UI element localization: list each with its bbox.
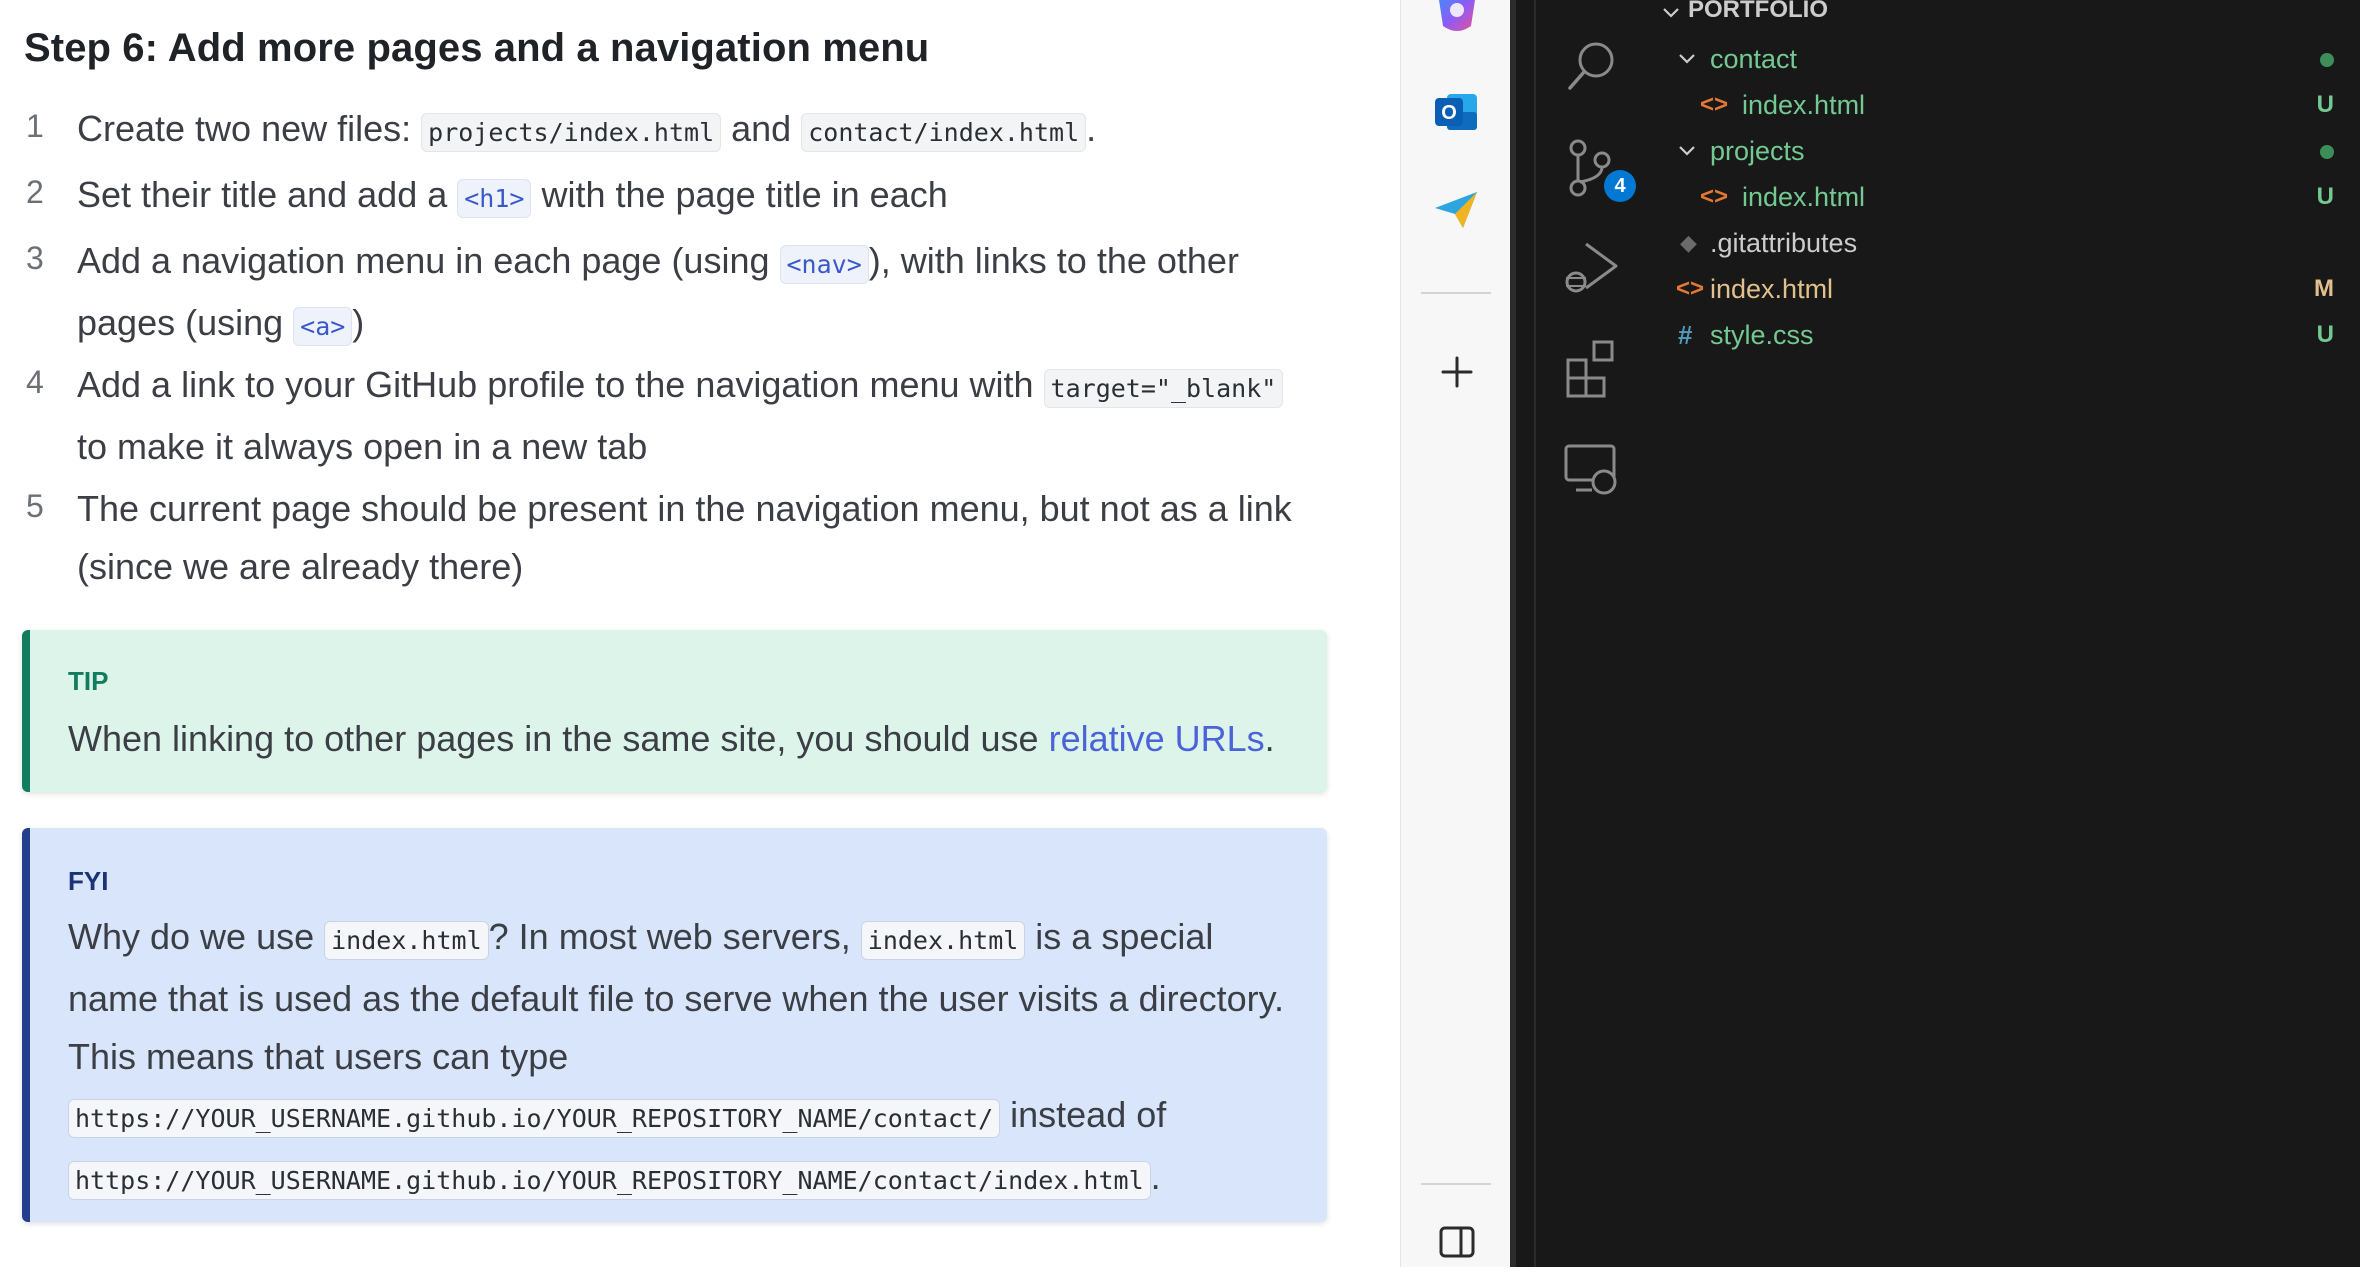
- source-control-badge: 4: [1604, 170, 1636, 202]
- folder-status-dot: [2320, 145, 2334, 159]
- tip-text: When linking to other pages in the same …: [68, 718, 1275, 759]
- step-text: Create two new files: projects/index.htm…: [77, 100, 1317, 162]
- run-debug-icon[interactable]: [1558, 234, 1626, 302]
- relative-urls-link[interactable]: relative URLs: [1049, 718, 1265, 759]
- inline-code: <h1>: [457, 179, 532, 218]
- step-number: 3: [26, 240, 44, 276]
- step-number: 5: [26, 488, 44, 524]
- git-file-icon: ◆: [1680, 230, 1697, 255]
- inline-code: projects/index.html: [421, 113, 722, 152]
- inline-code: index.html: [860, 921, 1026, 960]
- html-file-icon: <>: [1700, 91, 1729, 118]
- step-number: 2: [26, 174, 44, 210]
- vscode-window: 4 PORTFOLIO contact <> index.html U proj: [1516, 0, 2360, 1267]
- git-status: U: [2316, 91, 2334, 118]
- scrollbar-track[interactable]: [1360, 0, 1363, 1267]
- tree-label: index.html: [1742, 90, 1866, 120]
- documentation-pane: Step 6: Add more pages and a navigation …: [0, 0, 1363, 1267]
- explorer-panel: PORTFOLIO contact <> index.html U projec…: [1650, 0, 2360, 1267]
- git-status: U: [2316, 183, 2334, 210]
- chevron-down-icon: [1663, 8, 1679, 18]
- telegram-icon[interactable]: [1431, 184, 1483, 236]
- tree-file-root-index[interactable]: <> index.html M: [1650, 266, 2360, 312]
- activity-bar: 4: [1534, 0, 1652, 1267]
- step-text: Add a navigation menu in each page (usin…: [77, 232, 1317, 356]
- chevron-down-icon: [1679, 146, 1695, 156]
- browser-sidebar: O: [1400, 0, 1511, 1267]
- fyi-callout: FYI Why do we use index.html? In most we…: [22, 828, 1327, 1222]
- tree-file-gitattributes[interactable]: ◆ .gitattributes: [1650, 220, 2360, 266]
- html-file-icon: <>: [1676, 275, 1705, 302]
- tree-label: style.css: [1710, 320, 1814, 350]
- search-icon[interactable]: [1558, 32, 1626, 100]
- git-status: U: [2316, 321, 2334, 348]
- add-icon[interactable]: [1431, 346, 1483, 398]
- url-code: https://YOUR_USERNAME.github.io/YOUR_REP…: [68, 1161, 1151, 1200]
- tree-file-contact-index[interactable]: <> index.html U: [1650, 82, 2360, 128]
- split-screen-icon[interactable]: [1431, 1216, 1483, 1268]
- step-number: 1: [26, 108, 44, 144]
- chevron-down-icon: [1679, 54, 1695, 64]
- fyi-label: FYI: [68, 866, 109, 896]
- remote-explorer-icon[interactable]: [1558, 434, 1626, 502]
- css-file-icon: #: [1678, 320, 1693, 350]
- divider: [1421, 292, 1491, 294]
- inline-code: contact/index.html: [801, 113, 1087, 152]
- inline-code: index.html: [324, 921, 489, 960]
- tip-label: TIP: [68, 666, 109, 696]
- step-text: The current page should be present in th…: [77, 488, 1292, 587]
- inline-code: target="_blank": [1043, 369, 1284, 408]
- step-text: Add a link to your GitHub profile to the…: [77, 356, 1317, 476]
- tree-label: .gitattributes: [1710, 228, 1858, 258]
- tip-callout: TIP When linking to other pages in the s…: [22, 630, 1327, 792]
- tree-label: index.html: [1742, 182, 1866, 212]
- tree-file-style-css[interactable]: # style.css U: [1650, 312, 2360, 358]
- git-status: M: [2314, 275, 2334, 302]
- svg-text:O: O: [1441, 102, 1457, 124]
- folder-status-dot: [2320, 53, 2334, 67]
- inline-code: <nav>: [779, 245, 869, 284]
- step-text: Set their title and add a <h1> with the …: [77, 166, 1317, 228]
- tree-label: projects: [1710, 136, 1805, 166]
- extensions-icon[interactable]: [1558, 334, 1626, 402]
- url-code: https://YOUR_USERNAME.github.io/YOUR_REP…: [68, 1099, 1001, 1138]
- step-number: 4: [26, 364, 44, 400]
- fyi-text: Why do we use index.html? In most web se…: [68, 908, 1308, 1210]
- tree-folder-projects[interactable]: projects: [1650, 128, 2360, 174]
- html-file-icon: <>: [1700, 183, 1729, 210]
- tree-file-projects-index[interactable]: <> index.html U: [1650, 174, 2360, 220]
- inline-code: <a>: [293, 307, 353, 346]
- copilot-icon[interactable]: [1431, 0, 1483, 38]
- step-heading: Step 6: Add more pages and a navigation …: [24, 26, 930, 70]
- divider: [1421, 1183, 1491, 1185]
- outlook-icon[interactable]: O: [1431, 86, 1483, 138]
- tree-label: index.html: [1710, 274, 1834, 304]
- tree-label: contact: [1710, 44, 1798, 74]
- tree-folder-contact[interactable]: contact: [1650, 36, 2360, 82]
